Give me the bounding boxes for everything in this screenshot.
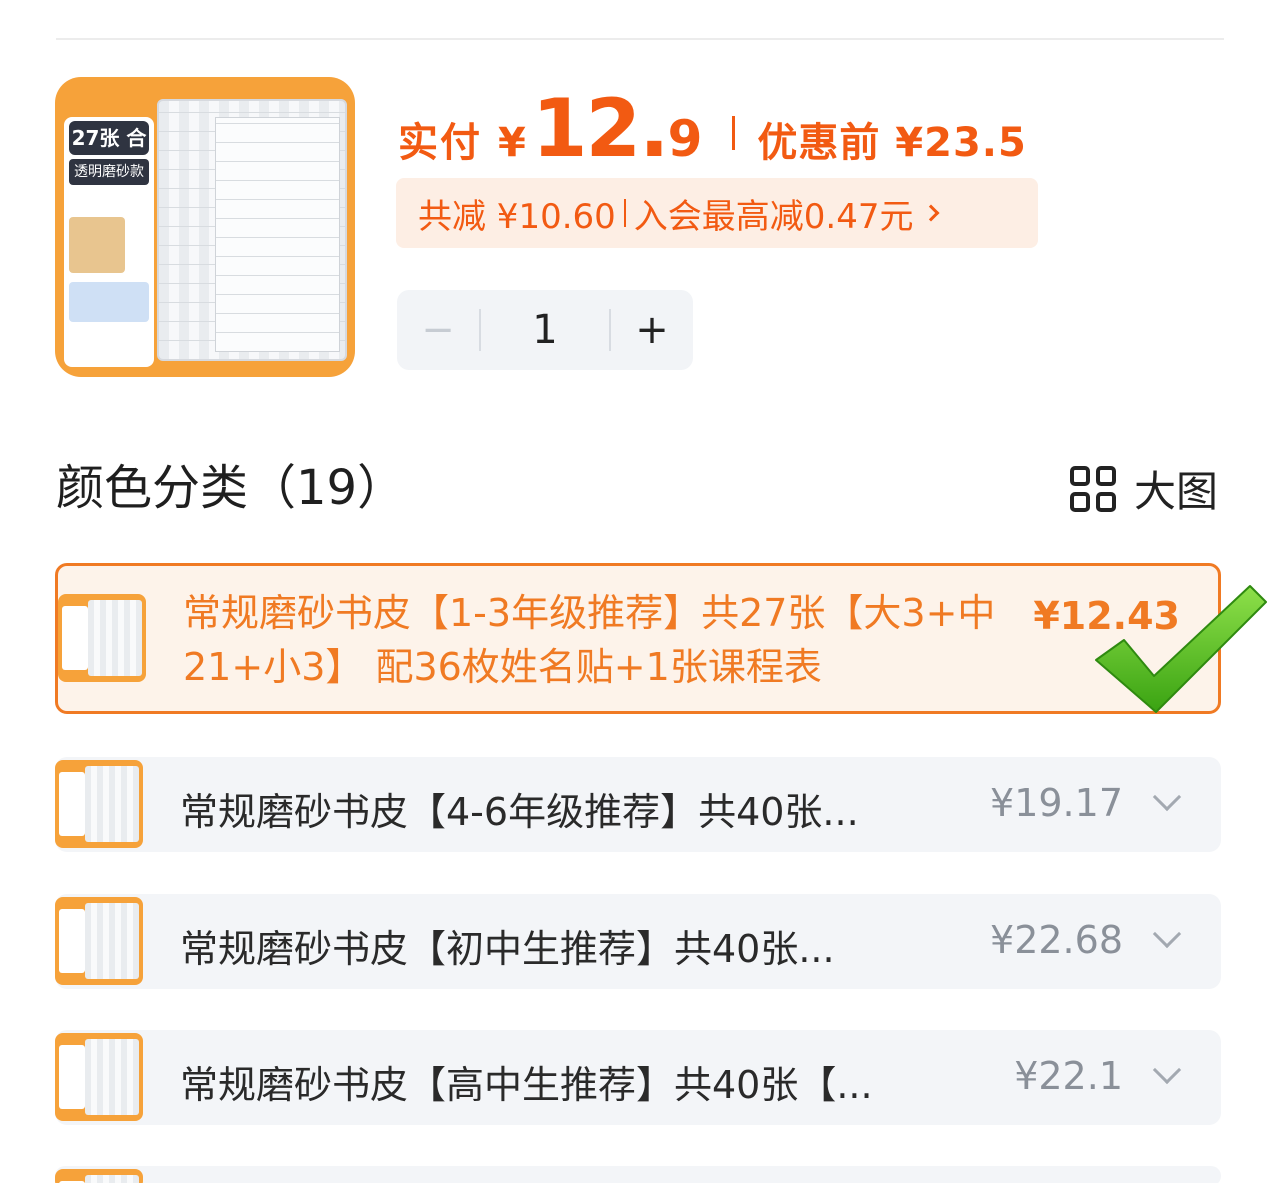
chevron-down-icon[interactable] bbox=[1152, 782, 1182, 812]
decrease-button[interactable]: − bbox=[397, 290, 479, 370]
chevron-right-icon bbox=[922, 204, 940, 222]
quantity-value[interactable]: 1 bbox=[481, 307, 609, 353]
option-price: ¥19.17 bbox=[990, 781, 1123, 825]
option-title: 常规磨砂书皮【初中生推荐】共40张... bbox=[180, 927, 835, 971]
option-thumbnail bbox=[58, 594, 146, 682]
big-view-label: 大图 bbox=[1134, 467, 1219, 516]
option-thumbnail bbox=[55, 760, 143, 848]
option-item-selected[interactable]: 常规磨砂书皮【1-3年级推荐】共27张【大3+中21+小3】 配36枚姓名贴+1… bbox=[55, 563, 1221, 714]
chevron-down-icon[interactable] bbox=[1152, 1055, 1182, 1085]
paid-price-decimal: 9 bbox=[667, 110, 703, 168]
discount-bar[interactable]: 共减 ¥10.60 入会最高减0.47元 bbox=[396, 178, 1038, 248]
big-view-toggle[interactable]: 大图 bbox=[1070, 458, 1218, 519]
thumb-sheet bbox=[215, 117, 340, 352]
discount-separator bbox=[623, 199, 626, 227]
thumb-photo bbox=[69, 217, 125, 273]
thumb-badge: 27张 合集包 bbox=[69, 121, 149, 184]
option-item[interactable]: 常规磨砂书皮【初中生推荐】共40张... ¥22.68 bbox=[55, 894, 1221, 989]
option-title: 常规磨砂书皮【4-6年级推荐】共40张... bbox=[180, 790, 859, 834]
product-image[interactable]: 27张 合集包 透明磨砂款 bbox=[55, 77, 355, 377]
paid-price-integer: 12. bbox=[531, 82, 670, 175]
thumb-subtitle: 透明磨砂款 bbox=[69, 159, 149, 185]
option-thumbnail bbox=[55, 1169, 143, 1183]
option-thumbnail bbox=[55, 897, 143, 985]
checkmark-icon bbox=[1095, 585, 1267, 713]
section-title: 颜色分类（19） bbox=[56, 460, 406, 516]
option-price: ¥22.68 bbox=[990, 918, 1123, 962]
price-before-discount: 优惠前 ¥23.5 bbox=[757, 120, 1027, 166]
chevron-down-icon[interactable] bbox=[1152, 919, 1182, 949]
price-separator bbox=[732, 116, 736, 150]
member-discount: 入会最高减0.47元 bbox=[633, 196, 914, 237]
paid-currency: ¥ bbox=[498, 120, 526, 166]
increase-button[interactable]: + bbox=[611, 290, 693, 370]
thumb-mini-sheet bbox=[69, 282, 149, 322]
option-item[interactable]: 常规磨砂书皮【高中生推荐】共40张【... ¥22.1 bbox=[55, 1030, 1221, 1125]
option-title: 常规磨砂书皮【高中生推荐】共40张【... bbox=[180, 1063, 873, 1107]
option-item[interactable]: 常规磨砂书皮【4-6年级推荐】共40张... ¥19.17 bbox=[55, 757, 1221, 852]
top-divider bbox=[56, 38, 1224, 40]
quantity-stepper[interactable]: − 1 + bbox=[397, 290, 693, 370]
option-title: 常规磨砂书皮【1-3年级推荐】共27张【大3+中21+小3】 配36枚姓名贴+1… bbox=[183, 591, 996, 689]
total-discount: 共减 ¥10.60 bbox=[418, 196, 616, 237]
option-price: ¥22.1 bbox=[1014, 1054, 1123, 1098]
price-row: 实付 ¥ 12. 9 优惠前 ¥23.5 bbox=[398, 82, 1027, 175]
option-thumbnail bbox=[55, 1033, 143, 1121]
grid-icon bbox=[1070, 465, 1116, 512]
option-item-partial[interactable] bbox=[55, 1166, 1221, 1183]
paid-label: 实付 bbox=[398, 120, 482, 166]
